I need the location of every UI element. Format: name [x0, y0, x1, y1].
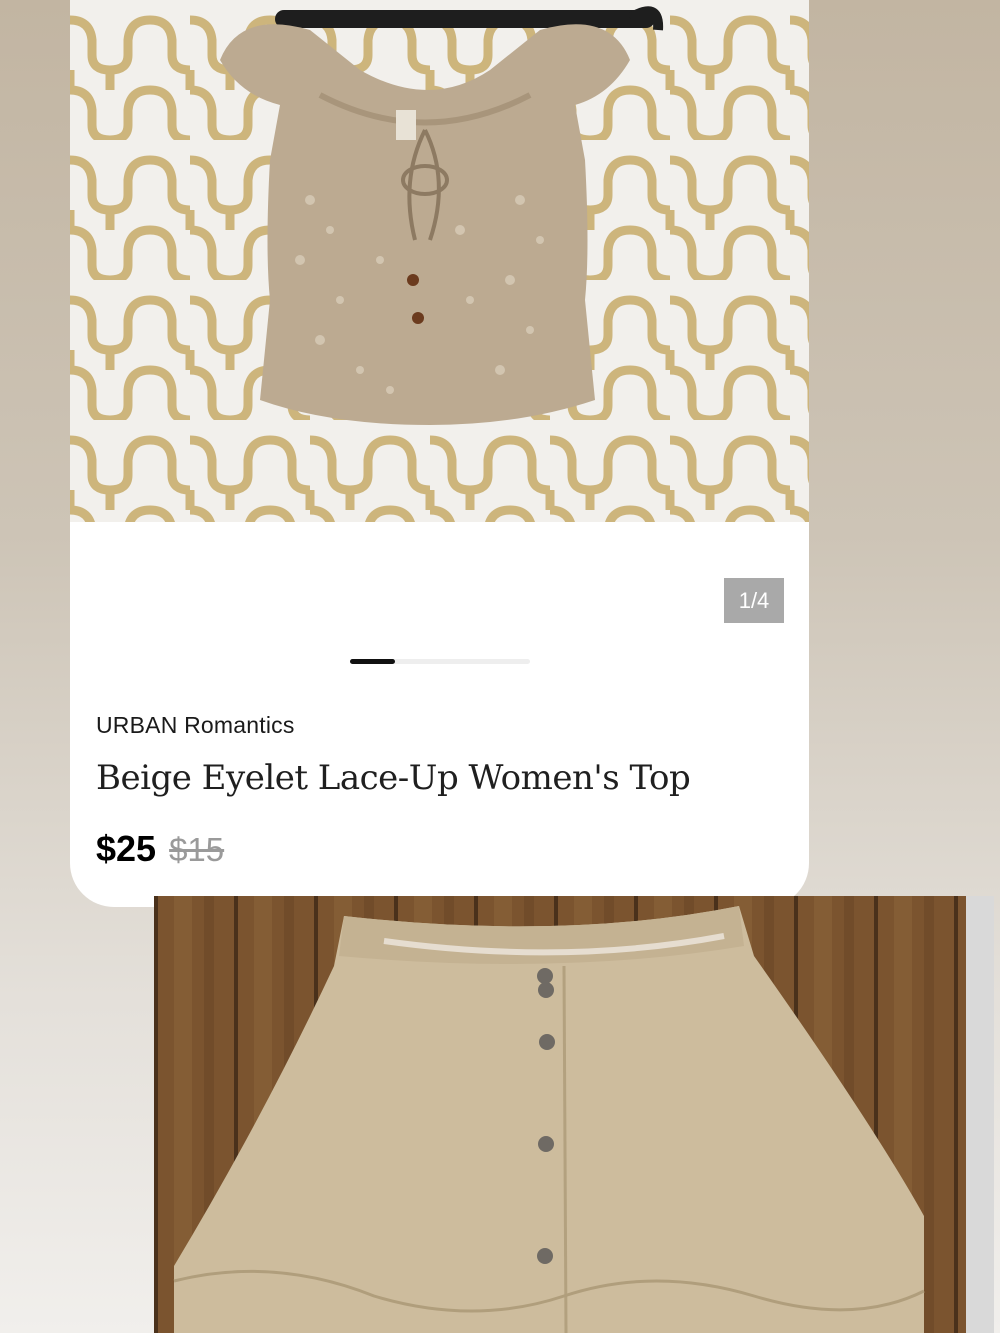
product-card[interactable]: 1/4 URBAN Romantics Beige Eyelet Lace-Up…	[70, 0, 809, 907]
price-row: $25 $15	[96, 828, 224, 870]
product-title[interactable]: Beige Eyelet Lace-Up Women's Top	[96, 758, 691, 798]
carousel-progress-fill	[350, 659, 395, 664]
original-price: $15	[169, 831, 225, 868]
image-counter-badge: 1/4	[724, 578, 784, 623]
current-price: $25	[96, 828, 157, 869]
carousel-progress-indicator	[350, 659, 530, 664]
brand-name[interactable]: URBAN Romantics	[96, 712, 295, 739]
product-image	[70, 0, 809, 522]
image-counter-text: 1/4	[738, 587, 770, 613]
next-product-photo[interactable]	[154, 896, 994, 1333]
next-product-image	[154, 896, 994, 1333]
product-photo-carousel[interactable]	[70, 0, 809, 522]
